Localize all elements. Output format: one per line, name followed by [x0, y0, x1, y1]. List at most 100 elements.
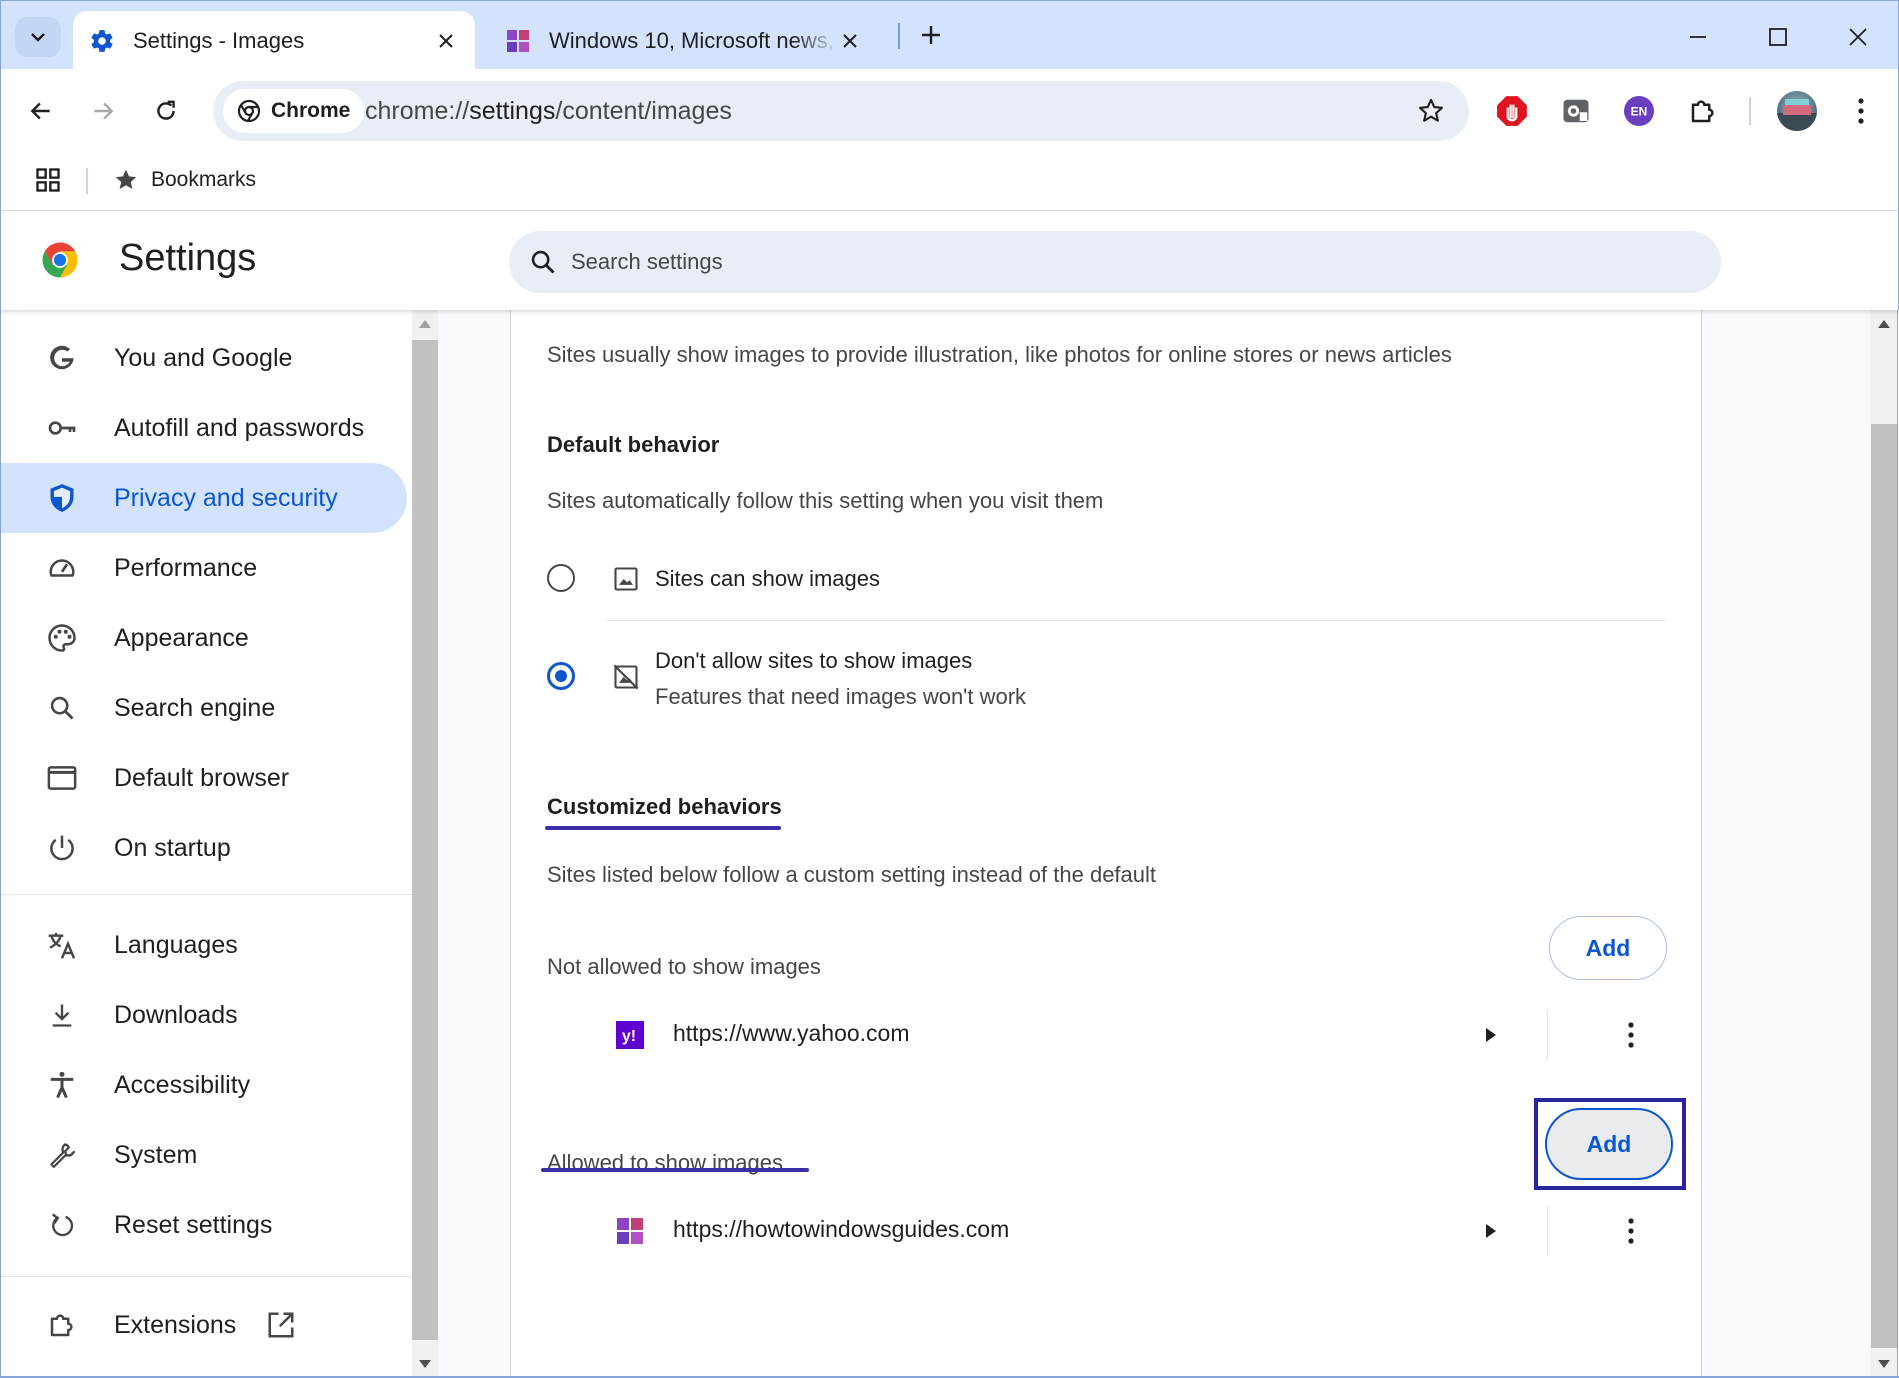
- sidebar-scrollbar-thumb[interactable]: [412, 340, 438, 1340]
- more-actions-icon[interactable]: [1613, 1213, 1649, 1249]
- chip-label: Chrome: [271, 99, 351, 122]
- apps-grid-icon[interactable]: [31, 163, 65, 197]
- sidebar-item-label: Autofill and passwords: [114, 413, 365, 442]
- bookmarks-bar: Bookmarks: [0, 152, 1899, 211]
- sidebar-scrollbar[interactable]: [412, 310, 438, 1378]
- add-allowed-site-button[interactable]: Add: [1545, 1108, 1673, 1180]
- radio-dont-allow-images[interactable]: [547, 662, 575, 690]
- bookmarks-folder[interactable]: Bookmarks: [113, 160, 256, 200]
- sidebar-item-downloads[interactable]: Downloads: [1, 980, 407, 1050]
- address-bar[interactable]: Chrome chrome://settings/content/images: [213, 81, 1469, 141]
- sidebar-item-reset-settings[interactable]: Reset settings: [1, 1190, 407, 1260]
- more-actions-icon[interactable]: [1613, 1017, 1649, 1053]
- toolbar-separator: [1749, 97, 1751, 125]
- sidebar-item-label: Downloads: [114, 1000, 238, 1029]
- expand-arrow-icon[interactable]: [1481, 1025, 1501, 1045]
- sidebar-item-label: Search engine: [114, 693, 276, 722]
- forward-button[interactable]: [81, 89, 125, 133]
- sidebar-divider: [1, 894, 413, 895]
- not-allowed-label: Not allowed to show images: [547, 954, 821, 979]
- reload-icon: [157, 100, 175, 120]
- main-scrollbar-thumb[interactable]: [1871, 424, 1897, 1348]
- star-filled-icon: [115, 169, 137, 189]
- bookmarks-label: Bookmarks: [151, 168, 257, 191]
- sidebar-item-on-startup[interactable]: On startup: [1, 813, 407, 883]
- sidebar-item-system[interactable]: System: [1, 1120, 407, 1190]
- option-label[interactable]: Don't allow sites to show images: [655, 648, 972, 674]
- sidebar-divider: [1, 1276, 413, 1277]
- reset-icon: [45, 1208, 79, 1242]
- browser-window-icon: [45, 761, 79, 795]
- screenshot-extension-icon[interactable]: [1556, 91, 1596, 131]
- sidebar-item-default-browser[interactable]: Default browser: [1, 743, 407, 813]
- radio-sites-can-show-images[interactable]: [547, 564, 575, 592]
- arrow-right-icon: [94, 102, 114, 120]
- settings-header: Settings: [0, 211, 1899, 310]
- sidebar-item-performance[interactable]: Performance: [1, 533, 407, 603]
- site-info-chip[interactable]: Chrome: [223, 89, 365, 133]
- key-icon: [45, 411, 79, 445]
- profile-avatar[interactable]: [1777, 91, 1817, 131]
- maximize-button[interactable]: [1748, 15, 1808, 59]
- tab-title: Windows 10, Microsoft news, d: [549, 27, 837, 53]
- sidebar-item-privacy-security[interactable]: Privacy and security: [1, 463, 407, 533]
- site-row[interactable]: https://howtowindowsguides.com: [511, 1196, 1703, 1266]
- tab-settings-images[interactable]: Settings - Images: [73, 11, 475, 70]
- sidebar-item-label: On startup: [114, 833, 231, 862]
- close-tab-icon[interactable]: [433, 28, 459, 54]
- bookmarks-separator: [86, 168, 88, 194]
- windows-tiles-icon: [616, 1217, 644, 1245]
- minimize-button[interactable]: [1668, 15, 1728, 59]
- plus-icon: [922, 26, 940, 44]
- shield-icon: [45, 481, 79, 515]
- adblock-icon[interactable]: [1492, 91, 1532, 131]
- page-title: Settings: [119, 237, 257, 279]
- language-en-icon[interactable]: EN: [1619, 91, 1659, 131]
- sidebar-item-accessibility[interactable]: Accessibility: [1, 1050, 407, 1120]
- sidebar-item-search-engine[interactable]: Search engine: [1, 673, 407, 743]
- svg-text:EN: EN: [1631, 105, 1648, 119]
- close-window-button[interactable]: [1828, 15, 1888, 59]
- option-sublabel: Features that need images won't work: [655, 684, 1027, 709]
- site-row[interactable]: y! https://www.yahoo.com: [511, 1000, 1703, 1070]
- tab-windows-news[interactable]: Windows 10, Microsoft news, d: [489, 11, 879, 70]
- power-icon: [45, 831, 79, 865]
- customized-behaviors-desc: Sites listed below follow a custom setti…: [547, 862, 1157, 887]
- chrome-logo-icon: [39, 239, 81, 281]
- intro-text: Sites usually show images to provide ill…: [547, 342, 1452, 367]
- option-divider: [607, 620, 1665, 621]
- search-input[interactable]: [571, 249, 1671, 275]
- new-tab-button[interactable]: [913, 17, 949, 53]
- sidebar-item-extensions[interactable]: Extensions: [1, 1290, 407, 1360]
- sidebar-item-appearance[interactable]: Appearance: [1, 603, 407, 673]
- sidebar-item-languages[interactable]: Languages: [1, 910, 407, 980]
- sidebar-item-label: System: [114, 1140, 198, 1169]
- back-button[interactable]: [19, 89, 63, 133]
- bookmark-star-icon[interactable]: [1415, 95, 1447, 127]
- settings-search[interactable]: [509, 231, 1721, 293]
- customized-behaviors-heading: Customized behaviors: [547, 794, 782, 819]
- gear-icon: [89, 28, 115, 54]
- default-behavior-desc: Sites automatically follow this setting …: [547, 488, 1104, 513]
- sidebar-item-label: Reset settings: [114, 1210, 273, 1239]
- allowed-label: Allowed to show images: [547, 1150, 784, 1175]
- close-tab-icon[interactable]: [837, 28, 863, 54]
- tab-strip: Settings - Images Windows 10, Microsoft …: [0, 0, 1899, 70]
- image-icon: [611, 564, 641, 594]
- tab-separator: [898, 23, 900, 49]
- chrome-menu-button[interactable]: [1841, 91, 1881, 131]
- reload-button[interactable]: [144, 89, 188, 133]
- tab-title: Settings - Images: [133, 27, 305, 53]
- sidebar-item-autofill[interactable]: Autofill and passwords: [1, 393, 407, 463]
- option-label[interactable]: Sites can show images: [655, 566, 880, 592]
- tab-search-button[interactable]: [15, 17, 61, 57]
- sidebar-item-you-and-google[interactable]: You and Google: [1, 323, 407, 393]
- sidebar-item-label: Extensions: [114, 1310, 237, 1339]
- main-scrollbar[interactable]: [1870, 310, 1898, 1378]
- expand-arrow-icon[interactable]: [1481, 1221, 1501, 1241]
- puzzle-extensions-icon[interactable]: [1683, 91, 1723, 131]
- annotation-underline: [545, 826, 781, 830]
- add-not-allowed-site-button[interactable]: Add: [1549, 916, 1667, 980]
- url-text[interactable]: chrome://settings/content/images: [365, 81, 732, 141]
- sidebar-item-label: You and Google: [114, 343, 293, 372]
